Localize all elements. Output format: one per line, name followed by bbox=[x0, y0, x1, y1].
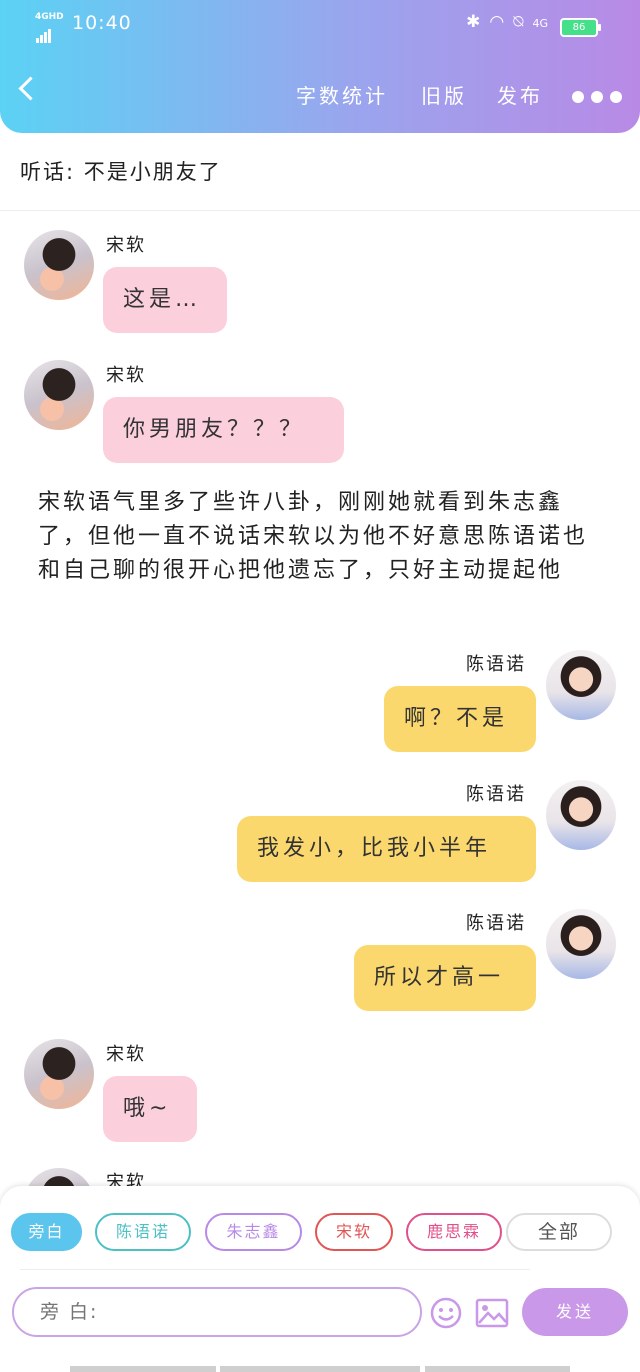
chat-bubble[interactable]: 你男朋友？？？ bbox=[103, 397, 344, 463]
message-input[interactable] bbox=[12, 1287, 422, 1337]
nav-bar-segment bbox=[70, 1366, 216, 1372]
publish-button[interactable]: 发布 bbox=[497, 80, 543, 109]
headphone-icon: ◠ bbox=[489, 12, 505, 32]
mute-icon: ⍉ bbox=[513, 12, 524, 32]
status-time: 10:40 bbox=[72, 12, 132, 34]
image-icon[interactable] bbox=[475, 1298, 509, 1328]
bluetooth-icon: ✱ bbox=[466, 12, 481, 32]
back-arrow-icon[interactable] bbox=[18, 76, 43, 101]
top-header: 4GHD 10:40 ✱ ◠ ⍉ 4G 86 字数统计 旧版 发布 bbox=[0, 0, 640, 133]
signal-icon bbox=[36, 24, 52, 43]
nav-bar-segment bbox=[425, 1366, 570, 1372]
chat-bubble[interactable]: 哦~ bbox=[103, 1076, 197, 1142]
avatar[interactable] bbox=[24, 230, 94, 300]
role-chip-narrator[interactable]: 旁白 bbox=[11, 1213, 82, 1251]
role-chip-zhuzhixin[interactable]: 朱志鑫 bbox=[205, 1213, 302, 1251]
emoji-icon[interactable] bbox=[430, 1297, 462, 1329]
chat-bubble[interactable]: 啊？不是 bbox=[384, 686, 536, 752]
speaker-name: 陈语诺 bbox=[466, 784, 526, 805]
chat-bubble[interactable]: 所以才高一 bbox=[354, 945, 536, 1011]
narration-text[interactable]: 宋软语气里多了些许八卦，刚刚她就看到朱志鑫了，但他一直不说话宋软以为他不好意思陈… bbox=[38, 486, 598, 588]
status-icons: ✱ ◠ ⍉ 4G bbox=[457, 12, 548, 32]
speaker-name: 宋软 bbox=[106, 365, 146, 386]
notice-text: 听话: 不是小朋友了 bbox=[20, 160, 222, 184]
avatar[interactable] bbox=[24, 360, 94, 430]
avatar[interactable] bbox=[546, 780, 616, 850]
network-type: 4GHD bbox=[35, 12, 64, 22]
old-version-button[interactable]: 旧版 bbox=[421, 80, 467, 109]
send-button[interactable]: 发送 bbox=[522, 1288, 628, 1336]
speaker-name: 陈语诺 bbox=[466, 654, 526, 675]
chat-bubble[interactable]: 这是… bbox=[103, 267, 227, 333]
network-4g-icon: 4G bbox=[532, 17, 548, 30]
role-chip-songruan[interactable]: 宋软 bbox=[315, 1213, 393, 1251]
input-panel: 旁白 陈语诺 朱志鑫 宋软 鹿思霖 全部 发送 bbox=[0, 1186, 640, 1372]
avatar[interactable] bbox=[546, 909, 616, 979]
nav-bar-segment bbox=[220, 1366, 420, 1372]
speaker-name: 宋软 bbox=[106, 235, 146, 256]
divider bbox=[20, 1269, 530, 1270]
battery-icon: 86 bbox=[560, 18, 601, 37]
avatar[interactable] bbox=[24, 1039, 94, 1109]
chat-bubble[interactable]: 我发小，比我小半年 bbox=[237, 816, 536, 882]
role-chip-lusilin[interactable]: 鹿思霖 bbox=[406, 1213, 502, 1251]
avatar[interactable] bbox=[546, 650, 616, 720]
speaker-name: 宋软 bbox=[106, 1044, 146, 1065]
status-bar: 4GHD 10:40 ✱ ◠ ⍉ 4G 86 bbox=[0, 10, 640, 43]
divider bbox=[0, 210, 640, 211]
role-chip-all[interactable]: 全部 bbox=[506, 1213, 612, 1251]
speaker-name: 陈语诺 bbox=[466, 913, 526, 934]
more-options-icon[interactable] bbox=[572, 88, 629, 107]
word-count-button[interactable]: 字数统计 bbox=[296, 80, 388, 109]
role-chip-chenyunuo[interactable]: 陈语诺 bbox=[95, 1213, 191, 1251]
